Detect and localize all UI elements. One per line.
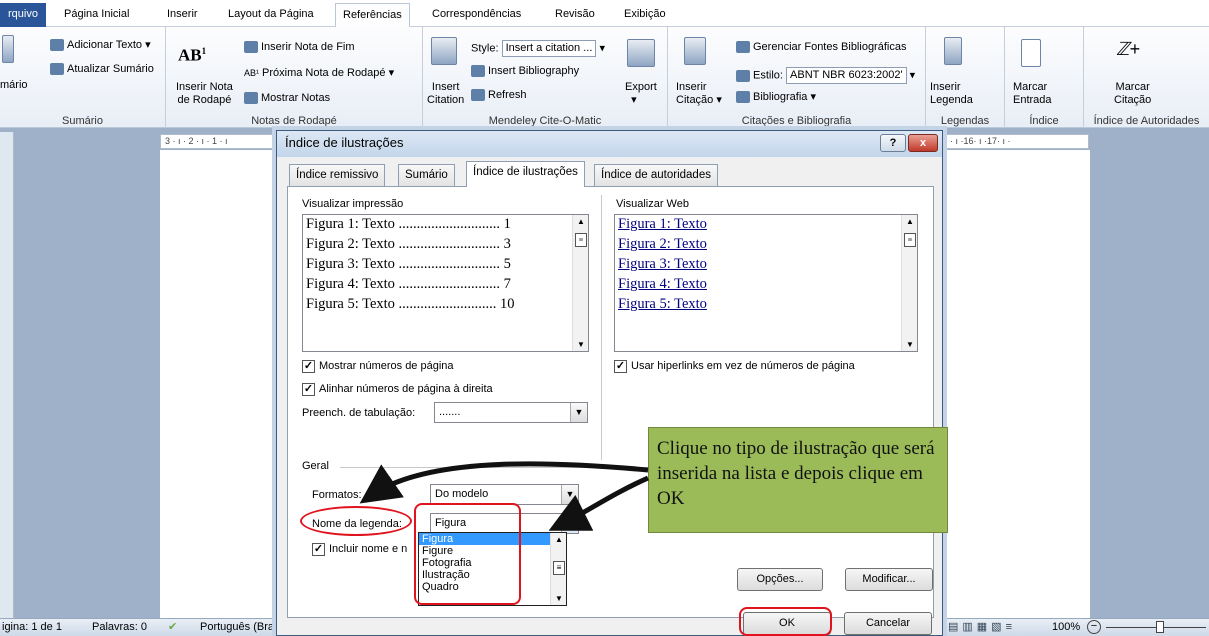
tab-table-of-figures[interactable]: Índice de ilustrações: [466, 161, 585, 187]
arrow-to-dropdown: [548, 475, 650, 531]
arrow-to-caption-label: [359, 461, 649, 504]
annotation-arrows: [359, 461, 650, 531]
